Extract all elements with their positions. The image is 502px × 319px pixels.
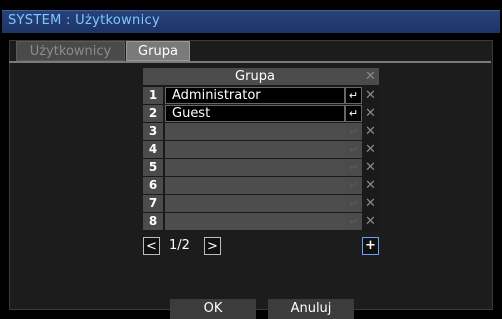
row-number: 7	[143, 195, 163, 212]
tab-underline	[9, 61, 491, 63]
table-row[interactable]: 4 ↵ ✕	[143, 141, 379, 158]
ok-button[interactable]: OK	[170, 299, 256, 319]
group-name-field[interactable]	[165, 177, 345, 194]
group-name-field[interactable]	[165, 213, 345, 230]
row-number: 1	[143, 87, 163, 104]
title-bar: SYSTEM : Użytkownicy	[2, 10, 500, 33]
tab-group[interactable]: Grupa	[126, 41, 190, 61]
delete-all-icon[interactable]: ✕	[362, 68, 379, 85]
enter-icon[interactable]: ↵	[345, 87, 362, 104]
delete-icon: ✕	[365, 196, 376, 211]
delete-icon: ✕	[365, 178, 376, 193]
enter-icon: ↵	[345, 123, 362, 140]
page-indicator: 1/2	[169, 238, 190, 253]
column-header-group: Grupa	[235, 69, 275, 84]
group-table: Grupa ✕ 1 Administrator ↵ ✕ 2 Guest ↵ ✕ …	[143, 68, 379, 232]
delete-icon: ✕	[365, 214, 376, 229]
cancel-button[interactable]: Anuluj	[268, 299, 354, 319]
delete-icon[interactable]: ✕	[362, 105, 379, 122]
group-name-field[interactable]	[165, 195, 345, 212]
table-row[interactable]: 8 ↵ ✕	[143, 213, 379, 230]
table-row[interactable]: 3 ↵ ✕	[143, 123, 379, 140]
group-name-field[interactable]	[165, 159, 345, 176]
enter-icon: ↵	[345, 213, 362, 230]
table-row[interactable]: 2 Guest ↵ ✕	[143, 105, 379, 122]
add-group-button[interactable]: +	[362, 237, 379, 255]
group-name-field[interactable]: Administrator	[165, 87, 345, 104]
pagination: < 1/2 > +	[143, 237, 379, 257]
prev-page-button[interactable]: <	[143, 237, 160, 255]
group-name-field[interactable]	[165, 141, 345, 158]
row-number: 3	[143, 123, 163, 140]
row-number: 6	[143, 177, 163, 194]
delete-icon: ✕	[365, 160, 376, 175]
next-page-button[interactable]: >	[204, 237, 221, 255]
enter-icon[interactable]: ↵	[345, 105, 362, 122]
users-dialog: SYSTEM : Użytkownicy Użytkownicy Grupa G…	[0, 0, 502, 319]
enter-icon: ↵	[345, 177, 362, 194]
window-title: SYSTEM : Użytkownicy	[8, 13, 160, 28]
table-row[interactable]: 7 ↵ ✕	[143, 195, 379, 212]
row-number: 2	[143, 105, 163, 122]
table-row[interactable]: 5 ↵ ✕	[143, 159, 379, 176]
group-name-field[interactable]: Guest	[165, 105, 345, 122]
table-row[interactable]: 6 ↵ ✕	[143, 177, 379, 194]
enter-icon: ↵	[345, 141, 362, 158]
row-number: 5	[143, 159, 163, 176]
table-row[interactable]: 1 Administrator ↵ ✕	[143, 87, 379, 104]
row-number: 8	[143, 213, 163, 230]
enter-icon: ↵	[345, 159, 362, 176]
delete-icon: ✕	[365, 142, 376, 157]
delete-icon: ✕	[365, 124, 376, 139]
row-number: 4	[143, 141, 163, 158]
tab-users[interactable]: Użytkownicy	[16, 41, 125, 61]
group-name-field[interactable]	[165, 123, 345, 140]
table-header: Grupa ✕	[143, 68, 379, 85]
enter-icon: ↵	[345, 195, 362, 212]
delete-icon[interactable]: ✕	[362, 87, 379, 104]
